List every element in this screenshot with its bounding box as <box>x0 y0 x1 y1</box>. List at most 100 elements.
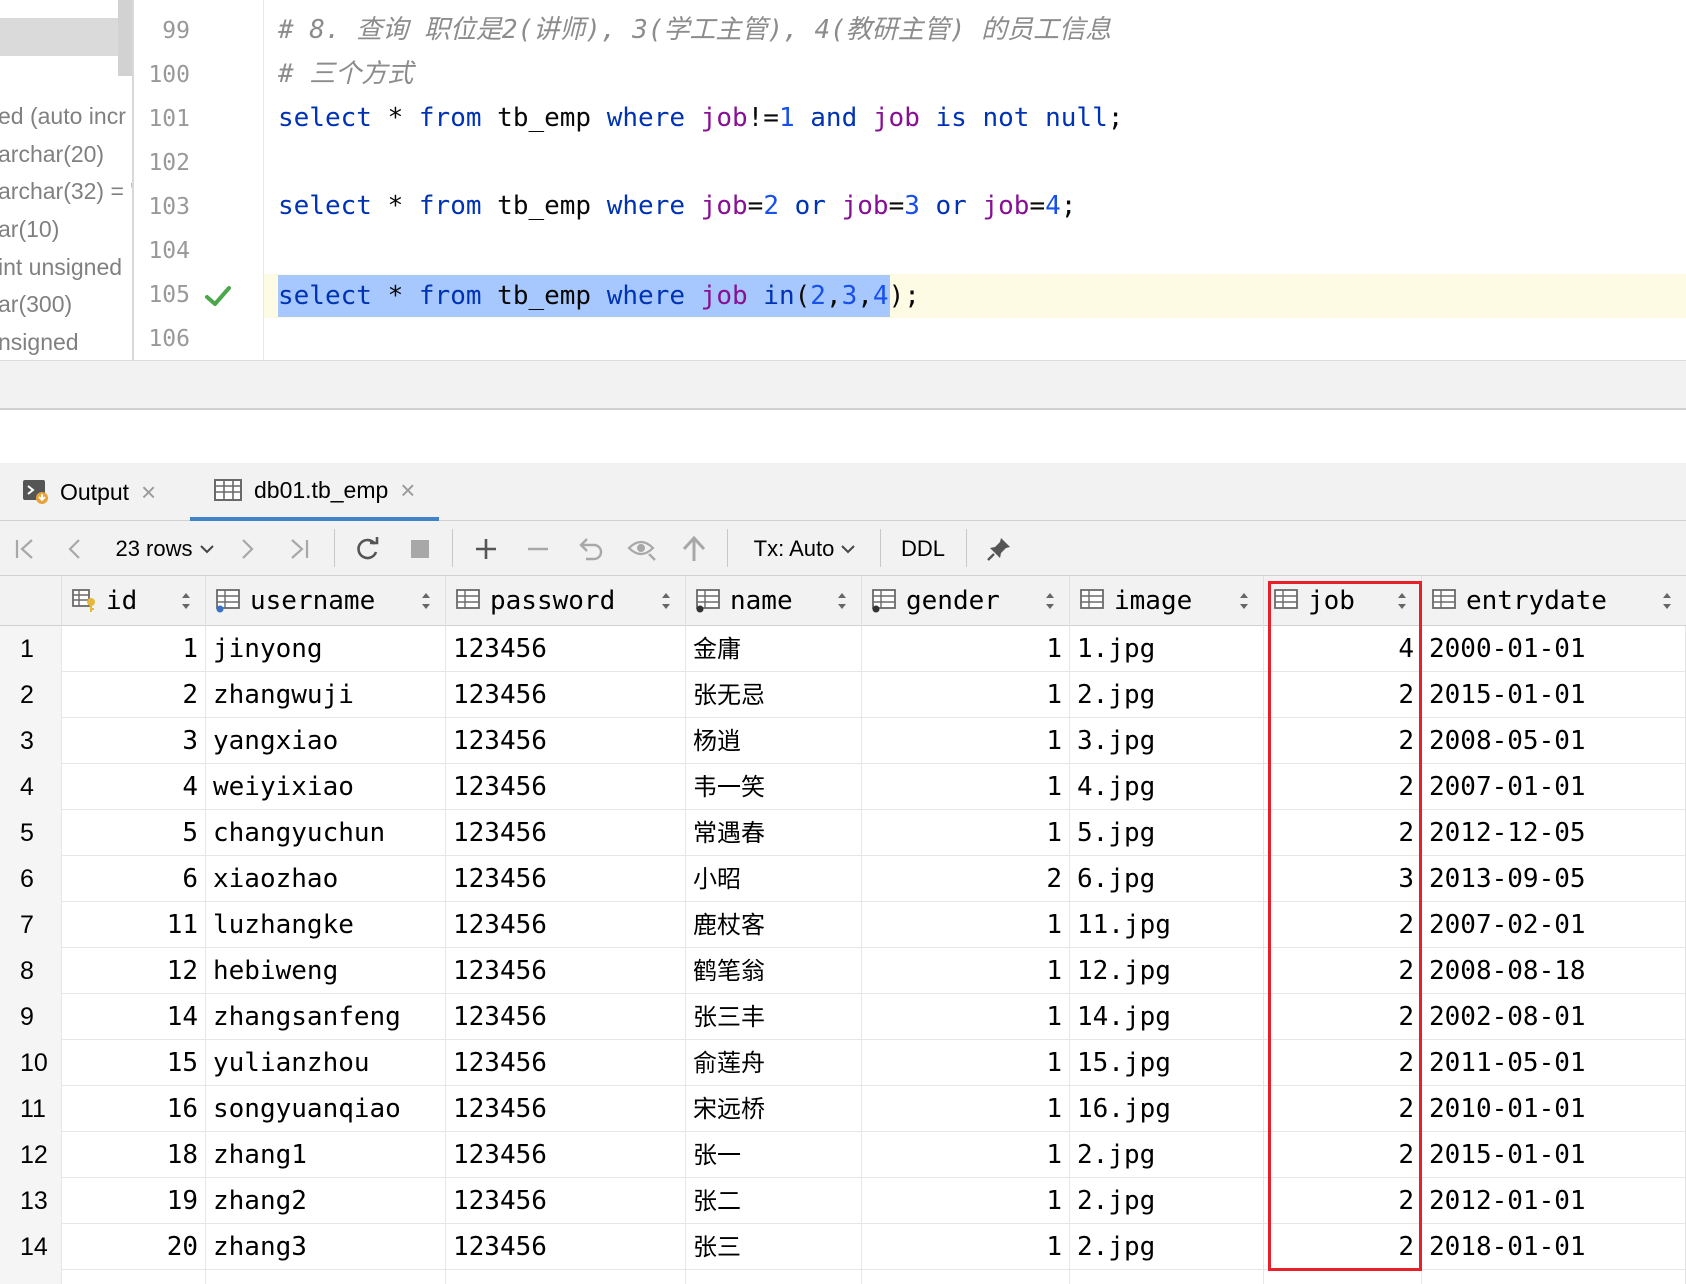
sort-icon[interactable] <box>181 590 191 612</box>
cell-job[interactable]: 2 <box>1264 718 1422 764</box>
sort-icon[interactable] <box>1662 590 1672 612</box>
cell-password[interactable]: 123456 <box>446 1178 686 1224</box>
cell-name[interactable] <box>686 1270 862 1284</box>
cell-username[interactable]: jinyong <box>206 626 446 672</box>
last-page-icon[interactable] <box>284 521 314 576</box>
column-header-name[interactable]: name <box>686 576 862 626</box>
cell-username[interactable]: zhang3 <box>206 1224 446 1270</box>
schema-item[interactable]: nsigned <box>0 329 79 356</box>
sort-icon[interactable] <box>421 590 431 612</box>
column-header-password[interactable]: password <box>446 576 686 626</box>
cell-username[interactable]: zhangwuji <box>206 672 446 718</box>
cell-gender[interactable]: 1 <box>862 948 1070 994</box>
column-header-entrydate[interactable]: entrydate <box>1422 576 1686 626</box>
cell-gender[interactable]: 1 <box>862 1224 1070 1270</box>
cell-username[interactable]: yulianzhou <box>206 1040 446 1086</box>
cell-password[interactable]: 123456 <box>446 672 686 718</box>
cell-password[interactable]: 123456 <box>446 902 686 948</box>
stop-icon[interactable] <box>403 521 437 576</box>
table-row[interactable]: 7 11 luzhangke 123456 鹿杖客 1 11.jpg 2 2007-02-01 <box>0 902 1686 948</box>
cell-name[interactable]: 杨逍 <box>686 718 862 764</box>
cell-password[interactable]: 123456 <box>446 948 686 994</box>
cell-gender[interactable]: 1 <box>862 626 1070 672</box>
refresh-icon[interactable] <box>350 521 384 576</box>
row-number[interactable]: 3 <box>0 718 62 764</box>
cell-name[interactable]: 常遇春 <box>686 810 862 856</box>
previous-page-icon[interactable] <box>60 521 90 576</box>
add-row-icon[interactable] <box>469 521 503 576</box>
cell-id[interactable]: 4 <box>62 764 206 810</box>
cell-password[interactable]: 123456 <box>446 764 686 810</box>
cell-image[interactable]: 1.jpg <box>1070 626 1264 672</box>
cell-gender[interactable]: 1 <box>862 1132 1070 1178</box>
table-row[interactable] <box>0 1270 1686 1284</box>
table-row[interactable]: 12 18 zhang1 123456 张一 1 2.jpg 2 2015-01-01 <box>0 1132 1686 1178</box>
cell-name[interactable]: 韦一笑 <box>686 764 862 810</box>
cell-job[interactable]: 2 <box>1264 764 1422 810</box>
table-row[interactable]: 3 3 yangxiao 123456 杨逍 1 3.jpg 2 2008-05-01 <box>0 718 1686 764</box>
tab-output[interactable]: Output × <box>22 463 156 521</box>
sort-icon[interactable] <box>1239 590 1249 612</box>
revert-icon[interactable] <box>573 521 607 576</box>
cell-job[interactable]: 2 <box>1264 902 1422 948</box>
sort-icon[interactable] <box>1045 590 1055 612</box>
schema-item[interactable]: ar(300) <box>0 291 72 318</box>
cell-entrydate[interactable]: 2007-02-01 <box>1422 902 1686 948</box>
cell-job[interactable]: 2 <box>1264 1086 1422 1132</box>
table-row[interactable]: 14 20 zhang3 123456 张三 1 2.jpg 2 2018-01-01 <box>0 1224 1686 1270</box>
cell-entrydate[interactable]: 2008-08-18 <box>1422 948 1686 994</box>
column-header-username[interactable]: username <box>206 576 446 626</box>
cell-id[interactable] <box>62 1270 206 1284</box>
row-number[interactable]: 9 <box>0 994 62 1040</box>
row-number[interactable]: 7 <box>0 902 62 948</box>
schema-item[interactable]: archar(32) = ' <box>0 178 132 205</box>
cell-name[interactable]: 俞莲舟 <box>686 1040 862 1086</box>
cell-job[interactable]: 2 <box>1264 994 1422 1040</box>
cell-image[interactable]: 12.jpg <box>1070 948 1264 994</box>
cell-name[interactable]: 鹿杖客 <box>686 902 862 948</box>
row-number[interactable]: 5 <box>0 810 62 856</box>
cell-image[interactable]: 14.jpg <box>1070 994 1264 1040</box>
cell-password[interactable]: 123456 <box>446 626 686 672</box>
cell-gender[interactable]: 1 <box>862 994 1070 1040</box>
sort-icon[interactable] <box>1397 590 1407 612</box>
schema-item[interactable]: int unsigned <box>0 254 122 281</box>
row-number[interactable]: 12 <box>0 1132 62 1178</box>
cell-entrydate[interactable]: 2018-01-01 <box>1422 1224 1686 1270</box>
cell-entrydate[interactable]: 2012-01-01 <box>1422 1178 1686 1224</box>
row-number[interactable]: 11 <box>0 1086 62 1132</box>
cell-image[interactable]: 16.jpg <box>1070 1086 1264 1132</box>
sort-icon[interactable] <box>837 590 847 612</box>
cell-job[interactable]: 2 <box>1264 672 1422 718</box>
cell-image[interactable]: 2.jpg <box>1070 672 1264 718</box>
table-row[interactable]: 9 14 zhangsanfeng 123456 张三丰 1 14.jpg 2 2002-08-… <box>0 994 1686 1040</box>
cell-name[interactable]: 小昭 <box>686 856 862 902</box>
row-number[interactable] <box>0 1270 62 1284</box>
cell-gender[interactable]: 1 <box>862 902 1070 948</box>
cell-entrydate[interactable]: 2011-05-01 <box>1422 1040 1686 1086</box>
cell-id[interactable]: 15 <box>62 1040 206 1086</box>
cell-username[interactable] <box>206 1270 446 1284</box>
table-row[interactable]: 1 1 jinyong 123456 金庸 1 1.jpg 4 2000-01-01 <box>0 626 1686 672</box>
cell-id[interactable]: 5 <box>62 810 206 856</box>
cell-password[interactable]: 123456 <box>446 810 686 856</box>
cell-id[interactable]: 1 <box>62 626 206 672</box>
cell-id[interactable]: 19 <box>62 1178 206 1224</box>
cell-name[interactable]: 张二 <box>686 1178 862 1224</box>
cell-password[interactable]: 123456 <box>446 1040 686 1086</box>
cell-image[interactable]: 15.jpg <box>1070 1040 1264 1086</box>
cell-gender[interactable]: 2 <box>862 856 1070 902</box>
cell-image[interactable]: 2.jpg <box>1070 1224 1264 1270</box>
cell-username[interactable]: xiaozhao <box>206 856 446 902</box>
cell-password[interactable]: 123456 <box>446 856 686 902</box>
cell-id[interactable]: 12 <box>62 948 206 994</box>
table-row[interactable]: 8 12 hebiweng 123456 鹤笔翁 1 12.jpg 2 2008-08-18 <box>0 948 1686 994</box>
cell-entrydate[interactable]: 2007-01-01 <box>1422 764 1686 810</box>
cell-job[interactable]: 4 <box>1264 626 1422 672</box>
cell-entrydate[interactable]: 2010-01-01 <box>1422 1086 1686 1132</box>
table-row[interactable]: 5 5 changyuchun 123456 常遇春 1 5.jpg 2 2012-12-05 <box>0 810 1686 856</box>
table-row[interactable]: 10 15 yulianzhou 123456 俞莲舟 1 15.jpg 2 2011-05-0… <box>0 1040 1686 1086</box>
table-row[interactable]: 11 16 songyuanqiao 123456 宋远桥 1 16.jpg 2 2010-01… <box>0 1086 1686 1132</box>
cell-job[interactable]: 2 <box>1264 810 1422 856</box>
cell-id[interactable]: 6 <box>62 856 206 902</box>
